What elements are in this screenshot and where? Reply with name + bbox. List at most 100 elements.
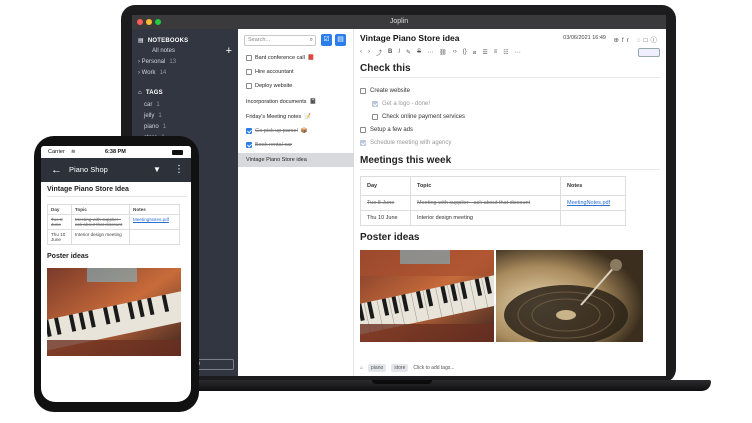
phone-note-body[interactable]: Vintage Piano Store Idea Day Topic Notes… (41, 186, 191, 361)
phone-note-title: Vintage Piano Store Idea (47, 186, 187, 197)
list-item[interactable]: Incorporation documents 📓 (238, 95, 354, 109)
numbered-list-icon[interactable]: ≡ (494, 49, 498, 55)
info-icon[interactable]: ⓘ (651, 37, 661, 44)
tag-name: car (144, 102, 153, 108)
list-item[interactable]: Bant conference call 📕 (238, 51, 354, 65)
heading-check-this: Check this (360, 63, 660, 78)
note-list: Search... ⌕ ☑ ▤ Bant conference call 📕 H… (238, 29, 354, 376)
heading-poster-ideas: Poster ideas (360, 232, 420, 243)
table-header: Day (360, 176, 411, 196)
todo-checkbox[interactable] (246, 69, 252, 75)
tag-pill[interactable]: piano (368, 364, 387, 372)
list-item[interactable]: Deploy website (238, 79, 354, 93)
todo-checkbox[interactable] (372, 100, 378, 107)
kebab-menu-icon[interactable]: ⋮ (174, 158, 184, 182)
tag-count: 1 (158, 113, 162, 119)
status-time: 6:38 PM (105, 149, 126, 155)
code-icon[interactable]: ‹› (453, 49, 457, 55)
checklist-icon[interactable]: ☷ (503, 49, 508, 56)
tag-name: piano (144, 124, 159, 130)
zoom-window-button[interactable] (155, 19, 161, 25)
heading-meetings: Meetings this week (360, 155, 660, 170)
sidebar-item-all-notes[interactable]: All notes (152, 48, 175, 54)
more-options-icon[interactable]: ⋯ (515, 49, 521, 56)
table-cell-topic: Meeting with supplier - ask about that d… (71, 214, 130, 230)
bold-icon[interactable]: B (388, 49, 392, 55)
sidebar-item-tag-jelly[interactable]: jelly 1 (144, 113, 162, 119)
synchronise-button[interactable]: e (194, 359, 234, 370)
phone-piano-keys-image (41, 268, 191, 356)
todo-checkbox[interactable] (246, 142, 252, 148)
search-input[interactable]: Search... ⌕ (244, 35, 316, 46)
add-tags-link[interactable]: Click to add tags... (413, 365, 454, 371)
dropdown-triangle-icon[interactable]: ▼ (153, 158, 161, 182)
todo-checkbox[interactable] (360, 87, 366, 94)
table-header: Notes (129, 204, 180, 215)
list-item[interactable]: Friday's Meeting notes 📝 (238, 110, 354, 124)
todo-item[interactable]: Schedule meeting with agency (360, 136, 660, 149)
language-label: fr (621, 37, 632, 44)
todo-item[interactable]: Setup a few ads (360, 123, 660, 136)
notebooks-header[interactable]: ▤ NOTEBOOKS (138, 37, 188, 45)
italic-icon[interactable]: I (398, 49, 400, 55)
laptop-notch (372, 380, 432, 384)
forward-arrow-icon[interactable]: › (368, 49, 370, 55)
list-item[interactable]: Go pick up parcel 📦 (238, 124, 354, 138)
highlight-icon[interactable]: ✎ (406, 49, 411, 56)
strikethrough-icon[interactable]: S (417, 49, 421, 55)
tag-pill[interactable]: store (391, 364, 409, 372)
todo-checkbox[interactable] (246, 83, 252, 89)
todo-checkbox[interactable] (246, 55, 252, 61)
todo-item[interactable]: Get a logo - done! (360, 97, 660, 110)
globe-icon[interactable]: ⊕ (613, 37, 621, 44)
checkbox-icon: ☑ (323, 36, 330, 43)
notebook-count: 13 (169, 59, 177, 65)
attach-icon[interactable]: ⌀ (473, 49, 477, 56)
package-emoji: 📦 (300, 128, 308, 134)
list-item[interactable]: Hire accountant (238, 65, 354, 79)
carrier-label: Carrier (48, 149, 65, 155)
note-title-input[interactable]: Vintage Piano Store idea (360, 33, 460, 43)
todo-checkbox[interactable] (360, 139, 366, 146)
tags-header[interactable]: ⌂ TAGS (138, 90, 163, 96)
bullet-list-icon[interactable]: ☰ (482, 49, 487, 56)
table-cell-notes (129, 229, 180, 245)
attachment-link[interactable]: MeetingNotes.pdf (133, 217, 169, 222)
todo-checkbox[interactable] (372, 113, 378, 120)
code-block-icon[interactable]: {} (463, 49, 467, 55)
chevron-right-icon[interactable]: › (138, 70, 140, 76)
sidebar-item-work[interactable]: › Work 14 (138, 70, 166, 76)
tag-count: 1 (156, 102, 160, 108)
table-header: Day (47, 204, 72, 215)
new-note-button[interactable]: ▤ (335, 34, 346, 46)
alarm-icon[interactable]: ◌ (637, 37, 644, 44)
note-title: Incorporation documents (246, 99, 307, 105)
todo-checkbox[interactable] (246, 128, 252, 134)
more-icon[interactable]: ⋯ (427, 49, 433, 56)
todo-item[interactable]: Create website (360, 84, 660, 97)
notebook-count: 14 (159, 70, 167, 76)
back-arrow-icon[interactable]: ‹ (360, 49, 362, 55)
sidebar-item-tag-piano[interactable]: piano 1 (144, 124, 166, 130)
todo-item[interactable]: Check online payment services (360, 110, 660, 123)
attachment-link[interactable]: MeetingNotes.pdf (567, 200, 610, 206)
todo-checkbox[interactable] (360, 126, 366, 133)
new-todo-button[interactable]: ☑ (321, 34, 332, 46)
link-icon[interactable]: ⛓ (439, 49, 447, 56)
back-arrow-icon[interactable]: ← (51, 158, 62, 182)
sidebar-item-personal[interactable]: › Personal 13 (138, 59, 176, 65)
table-cell-day: Tue 8 June (47, 214, 72, 230)
list-item[interactable]: Book rental car (238, 138, 354, 152)
note-body[interactable]: Check this Create website Get a logo - d… (360, 63, 660, 342)
close-window-button[interactable] (137, 19, 143, 25)
editor-layout-toggle[interactable] (638, 48, 660, 57)
sidebar-item-tag-car[interactable]: car 1 (144, 102, 160, 108)
share-icon[interactable]: □ (644, 37, 651, 44)
table-header-row: Day Topic Notes (360, 176, 626, 196)
tags-label: TAGS (145, 90, 163, 96)
add-notebook-button[interactable]: + (226, 46, 232, 57)
external-edit-icon[interactable]: ⤴ (376, 48, 382, 57)
list-item-selected[interactable]: Vintage Piano Store idea (238, 153, 354, 167)
chevron-right-icon[interactable]: › (138, 59, 140, 65)
minimize-window-button[interactable] (146, 19, 152, 25)
